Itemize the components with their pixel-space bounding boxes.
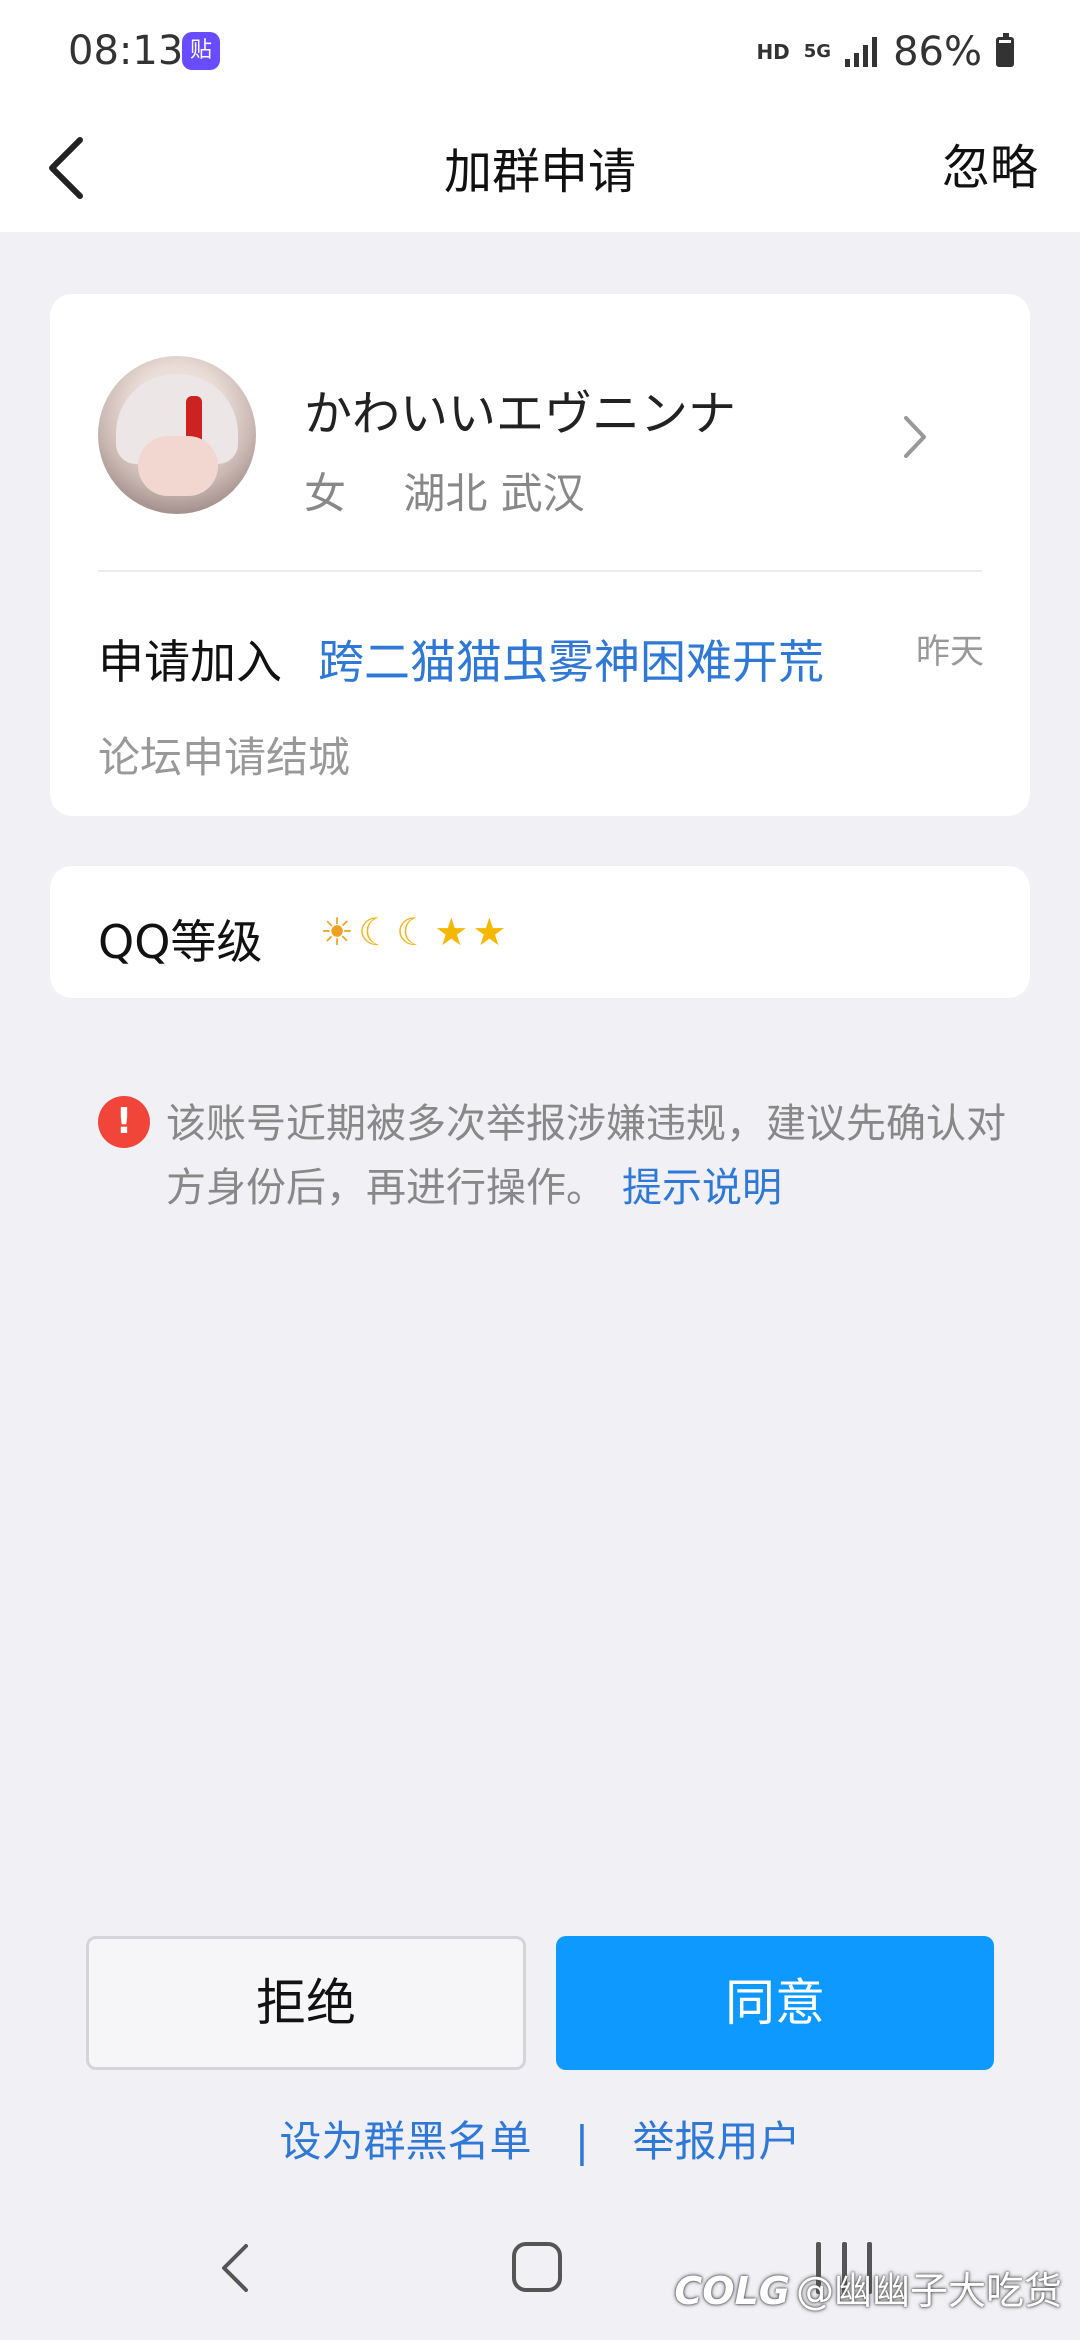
blacklist-link[interactable]: 设为群黑名单: [280, 2117, 532, 2166]
system-home-icon[interactable]: [512, 2242, 562, 2292]
divider: [98, 570, 982, 572]
nav-bar: 加群申请 忽略: [0, 104, 1080, 232]
watermark-text: @幽幽子大吃货: [795, 2269, 1062, 2313]
signal-icon: [845, 37, 878, 67]
applicant-card: かわいいエヴニンナ 女 湖北 武汉 申请加入 跨二猫猫虫雾神困难开荒 昨天 论坛…: [50, 294, 1030, 816]
page-title: 加群申请: [443, 144, 636, 200]
tieba-app-icon: 贴: [182, 32, 220, 70]
qq-level-icons: ☀ ☾ ☾ ★ ★: [320, 910, 506, 954]
qq-level-label: QQ等级: [98, 915, 263, 969]
5g-indicator: 5G: [803, 41, 832, 62]
link-separator: |: [574, 2117, 590, 2166]
moon-icon: ☾: [396, 910, 431, 954]
warning-text: 该账号近期被多次举报涉嫌违规，建议先确认对方身份后，再进行操作。: [166, 1101, 1006, 1211]
hd-indicator: HD: [756, 40, 790, 64]
battery-percent: 86%: [893, 29, 982, 75]
avatar[interactable]: [98, 356, 256, 514]
applicant-name[interactable]: かわいいエヴニンナ: [304, 374, 736, 444]
warning-help-link[interactable]: 提示说明: [622, 1165, 782, 1211]
system-back-icon[interactable]: [216, 2240, 256, 2296]
applicant-location: 湖北 武汉: [403, 469, 585, 518]
bottom-links: 设为群黑名单 | 举报用户: [0, 2108, 1080, 2169]
watermark: COLG @幽幽子大吃货: [674, 2260, 1062, 2315]
ignore-button[interactable]: 忽略: [942, 128, 1038, 198]
colg-logo: COLG: [674, 2269, 790, 2313]
apply-time: 昨天: [916, 632, 984, 672]
apply-label: 申请加入: [98, 635, 282, 689]
qq-level-card: QQ等级 ☀ ☾ ☾ ★ ★: [50, 866, 1030, 998]
warning-message: 该账号近期被多次举报涉嫌违规，建议先确认对方身份后，再进行操作。 提示说明: [166, 1092, 1006, 1220]
star-icon: ★: [434, 910, 469, 954]
moon-icon: ☾: [358, 910, 393, 954]
group-name-link[interactable]: 跨二猫猫虫雾神困难开荒: [318, 626, 824, 692]
applicant-gender: 女: [304, 469, 347, 518]
sun-icon: ☀: [320, 910, 355, 954]
status-time: 08:13: [68, 28, 184, 74]
report-user-link[interactable]: 举报用户: [632, 2117, 800, 2166]
status-bar: 08:13 贴 HD 5G 86%: [0, 0, 1080, 104]
chevron-right-icon[interactable]: [900, 412, 930, 462]
status-indicators: HD 5G 86%: [756, 28, 1014, 76]
applicant-meta: 女 湖北 武汉: [304, 460, 585, 521]
warning-icon: !: [98, 1096, 150, 1148]
star-icon: ★: [472, 910, 507, 954]
avatar-face: [138, 436, 218, 496]
reject-button[interactable]: 拒绝: [86, 1936, 526, 2070]
accept-button[interactable]: 同意: [556, 1936, 994, 2070]
apply-note: 论坛申请结城: [98, 733, 351, 782]
battery-icon: [996, 33, 1014, 67]
